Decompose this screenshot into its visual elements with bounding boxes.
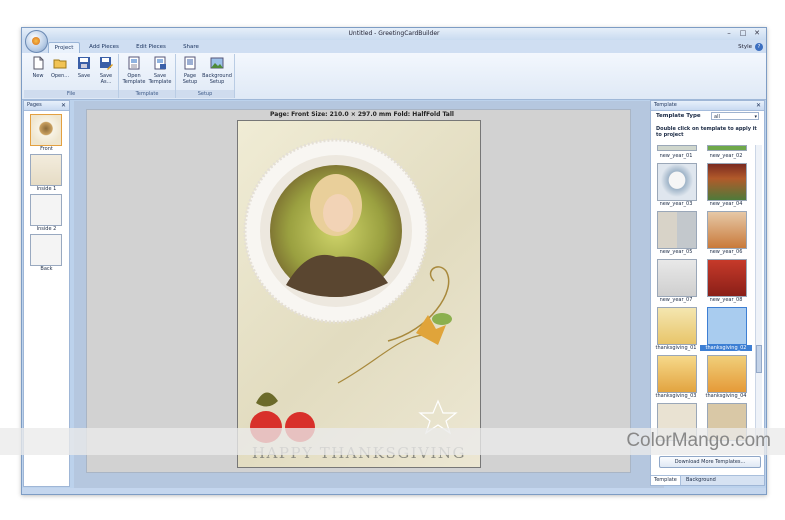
watermark-text: ColorMango.com — [626, 430, 771, 451]
template-thumb-thanksgiving-03[interactable] — [657, 355, 697, 393]
page-label-inside-1: Inside 1 — [36, 186, 57, 192]
greeting-card-page[interactable]: HAPPY THANKSGIVING — [237, 120, 481, 468]
green-leaf — [432, 313, 452, 325]
tab-add-pieces[interactable]: Add Pieces — [84, 42, 124, 53]
background-icon — [210, 57, 224, 69]
template-panel-close-icon[interactable]: ✕ — [756, 101, 761, 110]
template-thumb-partial-right[interactable] — [707, 145, 747, 151]
template-panel-header: Template ✕ — [651, 101, 764, 111]
template-thumb-new-year-07[interactable] — [657, 259, 697, 297]
work-area: Page: Front Size: 210.0 × 297.0 mm Fold:… — [86, 109, 631, 473]
pages-panel-header: Pages ✕ — [24, 101, 69, 111]
template-label: new_year_07 — [659, 297, 693, 303]
template-label: new_year_05 — [659, 249, 693, 255]
setup-group: Page Setup Background Setup Setup — [176, 54, 235, 98]
pages-panel-close-icon[interactable]: ✕ — [61, 101, 66, 110]
template-group: Open Template Save Template Template — [119, 54, 176, 98]
minimize-button[interactable]: – — [722, 29, 736, 38]
template-panel-tabs: Template Background — [651, 475, 764, 485]
maximize-button[interactable]: □ — [736, 29, 750, 38]
file-group: New Open... Save Save As... File — [24, 54, 119, 98]
template-hint: Double click on template to apply it to … — [656, 126, 757, 138]
page-thumb-back[interactable] — [30, 234, 62, 266]
floppy-pencil-icon — [100, 57, 113, 70]
swirl-vine-2 — [337, 334, 425, 384]
page-info: Page: Front Size: 210.0 × 297.0 mm Fold:… — [270, 111, 454, 118]
template-thumb-new-year-06[interactable] — [707, 211, 747, 249]
setup-group-label: Setup — [176, 90, 234, 98]
save-as-button[interactable]: Save As... — [94, 56, 118, 90]
template-type-label: Template Type — [656, 113, 701, 119]
new-button[interactable]: New — [26, 56, 50, 90]
title-bar: Untitled - GreetingCardBuilder – □ ✕ — [22, 28, 766, 40]
window-title: Untitled - GreetingCardBuilder — [348, 30, 440, 37]
template-label: new_year_04 — [709, 201, 743, 207]
template-label: new_year_08 — [709, 297, 743, 303]
page-thumb-inside-1[interactable] — [30, 154, 62, 186]
help-icon[interactable]: ? — [755, 43, 763, 51]
save-button[interactable]: Save — [72, 56, 96, 90]
template-thumb-thanksgiving-04[interactable] — [707, 355, 747, 393]
card-artwork: HAPPY THANKSGIVING — [243, 138, 465, 462]
tab-edit-pieces[interactable]: Edit Pieces — [130, 42, 172, 53]
save-template-button[interactable]: Save Template — [147, 56, 173, 90]
template-thumb-partial-left[interactable] — [657, 145, 697, 151]
open-template-button[interactable]: Open Template — [121, 56, 147, 90]
template-label: new_year_06 — [709, 249, 743, 255]
page-setup-icon — [184, 56, 196, 70]
open-button[interactable]: Open... — [48, 56, 72, 90]
template-thumb-thanksgiving-02[interactable] — [707, 307, 747, 345]
ribbon: New Open... Save Save As... File Open Temp… — [22, 53, 766, 100]
template-label: thanksgiving_04 — [705, 393, 747, 399]
ribbon-tabs: Project Add Pieces Edit Pieces Share Sty… — [22, 40, 766, 54]
close-button[interactable]: ✕ — [750, 29, 764, 38]
floppy-icon — [78, 57, 90, 69]
template-thumb-new-year-04[interactable] — [707, 163, 747, 201]
tab-template[interactable]: Template — [651, 476, 681, 485]
template-thumb-thanksgiving-01[interactable] — [657, 307, 697, 345]
template-label: thanksgiving_03 — [655, 393, 697, 399]
template-thumb-new-year-05[interactable] — [657, 211, 697, 249]
app-menu-orb[interactable] — [25, 30, 48, 53]
template-thumb-new-year-08[interactable] — [707, 259, 747, 297]
tab-background[interactable]: Background — [683, 476, 719, 485]
template-type-select[interactable]: all — [711, 112, 759, 121]
app-window: Untitled - GreetingCardBuilder – □ ✕ Pro… — [21, 27, 767, 495]
status-bar — [22, 488, 766, 494]
template-label: new_year_02 — [709, 153, 743, 159]
file-group-label: File — [24, 90, 118, 98]
page-label-back: Back — [40, 266, 53, 272]
photo-person-face — [323, 194, 353, 232]
template-open-icon — [128, 56, 140, 70]
page-setup-button[interactable]: Page Setup — [178, 56, 202, 90]
template-label: new_year_03 — [659, 201, 693, 207]
template-label: thanksgiving_01 — [655, 345, 697, 351]
template-scroll-thumb[interactable] — [756, 345, 762, 373]
template-label: new_year_01 — [659, 153, 693, 159]
apple-leaf — [256, 392, 278, 407]
template-save-icon — [154, 56, 166, 70]
page-label-front: Front — [40, 146, 53, 152]
folder-icon — [53, 59, 67, 69]
style-menu[interactable]: Style — [738, 44, 752, 50]
page-thumb-inside-2[interactable] — [30, 194, 62, 226]
watermark-banner: ColorMango.com — [0, 428, 785, 455]
page-thumb-front[interactable] — [30, 114, 62, 146]
page-label-inside-2: Inside 2 — [36, 226, 57, 232]
new-file-icon — [33, 56, 44, 70]
template-scrollbar[interactable] — [755, 145, 762, 447]
background-setup-button[interactable]: Background Setup — [202, 56, 232, 90]
template-grid: new_year_01 new_year_02 new_year_03 new_… — [655, 145, 755, 447]
template-thumb-new-year-03[interactable] — [657, 163, 697, 201]
template-group-label: Template — [119, 90, 175, 98]
template-label-selected: thanksgiving_02 — [700, 345, 752, 351]
download-more-templates-button[interactable]: Download More Templates... — [659, 456, 761, 468]
tab-share[interactable]: Share — [178, 42, 204, 53]
